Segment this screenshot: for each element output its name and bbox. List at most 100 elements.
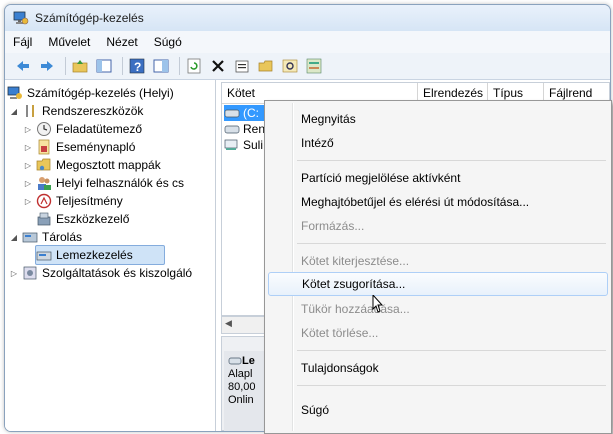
- forward-arrow-icon[interactable]: [37, 56, 57, 76]
- tree-item-event-viewer[interactable]: ▷ Eseménynapló: [23, 138, 135, 156]
- mouse-cursor-icon: [372, 295, 384, 313]
- back-arrow-icon[interactable]: [13, 56, 33, 76]
- tools-icon: [22, 103, 38, 119]
- tree-item-services[interactable]: ▷ Szolgáltatások és kiszolgáló: [9, 264, 192, 282]
- collapsed-triangle-icon[interactable]: ▷: [23, 125, 33, 134]
- disk-size: 80,00: [228, 381, 256, 393]
- tree-item-label: Eszközkezelő: [56, 212, 130, 226]
- toolbar-separator: [122, 57, 123, 75]
- tree-item-system-tools[interactable]: ◢ Rendszereszközök: [9, 102, 143, 120]
- menu-item-extend-volume: Kötet kiterjesztése...: [301, 254, 410, 268]
- menu-item-help[interactable]: Súgó: [268, 398, 608, 422]
- network-drive-icon: [224, 139, 240, 151]
- volume-name: Ren: [243, 122, 266, 136]
- table-row[interactable]: Suli: [224, 137, 263, 153]
- menu-file[interactable]: Fájl: [5, 35, 40, 49]
- menu-item-explore[interactable]: Intéző: [268, 131, 608, 155]
- menu-separator: [297, 160, 606, 161]
- table-row[interactable]: (C:: [224, 105, 264, 121]
- collapsed-triangle-icon[interactable]: ▷: [23, 197, 33, 206]
- tree-item-disk-management[interactable]: Lemezkezelés: [35, 245, 165, 265]
- collapsed-triangle-icon[interactable]: ▷: [23, 161, 33, 170]
- show-tree-icon[interactable]: [94, 56, 114, 76]
- device-manager-icon: [36, 211, 52, 227]
- settings-icon[interactable]: [304, 56, 324, 76]
- tree-item-storage[interactable]: ◢ Tárolás: [9, 228, 82, 246]
- tree-item-label: Rendszereszközök: [42, 104, 144, 118]
- tree-item-label: Szolgáltatások és kiszolgáló: [42, 266, 193, 280]
- tree-item-label: Tárolás: [42, 230, 83, 244]
- tree-item-label: Helyi felhasználók és cs: [56, 176, 185, 190]
- toolbar: ?: [5, 53, 610, 80]
- drive-icon: [224, 107, 240, 119]
- menu-action[interactable]: Művelet: [40, 35, 98, 49]
- menu-separator: [297, 385, 606, 386]
- disk-management-icon: [36, 247, 52, 263]
- menu-separator: [297, 243, 606, 244]
- disk-type: Alapl: [228, 368, 253, 380]
- window-title: Számítógép-kezelés: [35, 11, 144, 25]
- navigation-tree: Számítógép-kezelés (Helyi) ◢ Rendszeresz…: [5, 80, 216, 431]
- menu-item-open[interactable]: Megnyitás: [268, 107, 608, 131]
- menu-item-mark-active[interactable]: Partíció megjelölése aktívként: [268, 166, 608, 190]
- panel-icon[interactable]: [151, 56, 171, 76]
- properties-icon[interactable]: [232, 56, 252, 76]
- tree-item-label: Teljesítmény: [56, 194, 123, 208]
- scroll-left-icon[interactable]: ◀: [225, 318, 232, 329]
- tree-item-label: Lemezkezelés: [56, 248, 133, 262]
- delete-icon[interactable]: [208, 56, 228, 76]
- menu-view[interactable]: Nézet: [98, 35, 145, 49]
- disk-name: Le: [228, 355, 266, 368]
- refresh-icon[interactable]: [184, 56, 204, 76]
- title-bar: Számítógép-kezelés: [5, 5, 610, 31]
- collapsed-triangle-icon[interactable]: ▷: [9, 269, 19, 278]
- context-menu: Megnyitás Intéző Partíció megjelölése ak…: [264, 100, 612, 434]
- toolbar-separator: [179, 57, 180, 75]
- tree-item-local-users[interactable]: ▷ Helyi felhasználók és cs: [23, 174, 184, 192]
- tree-item-label: Eseménynapló: [56, 140, 136, 154]
- search-icon[interactable]: [280, 56, 300, 76]
- tree-item-root[interactable]: Számítógép-kezelés (Helyi): [7, 84, 174, 102]
- tree-item-task-scheduler[interactable]: ▷ Feladatütemező: [23, 120, 142, 138]
- tree-item-shared-folders[interactable]: ▷ Megosztott mappák: [23, 156, 161, 174]
- disk-label: Le: [242, 355, 255, 367]
- computer-management-icon: [13, 10, 29, 26]
- computer-management-icon: [7, 85, 23, 101]
- tree-item-label: Számítógép-kezelés (Helyi): [27, 86, 174, 100]
- drive-icon: [224, 123, 240, 135]
- menu-item-add-mirror: Tükör hozzáadása...: [301, 302, 410, 316]
- tree-item-performance[interactable]: ▷ Teljesítmény: [23, 192, 123, 210]
- disk-status: Onlin: [228, 394, 254, 406]
- expanded-triangle-icon[interactable]: ◢: [9, 107, 19, 116]
- menu-item-delete-volume: Kötet törlése...: [301, 326, 379, 340]
- collapsed-triangle-icon[interactable]: ▷: [23, 179, 33, 188]
- performance-icon: [36, 193, 52, 209]
- volume-name: Suli: [243, 138, 264, 152]
- menu-item-format: Formázás...: [301, 219, 365, 233]
- help-icon[interactable]: ?: [127, 56, 147, 76]
- users-icon: [36, 175, 52, 191]
- services-icon: [22, 265, 38, 281]
- open-icon[interactable]: [256, 56, 276, 76]
- toolbar-separator: [65, 57, 66, 75]
- tree-item-label: Megosztott mappák: [56, 158, 161, 172]
- menu-bar: Fájl Művelet Nézet Súgó: [5, 31, 610, 54]
- table-row[interactable]: Ren: [224, 121, 265, 137]
- storage-icon: [22, 229, 38, 245]
- up-folder-icon[interactable]: [70, 56, 90, 76]
- tree-item-label: Feladatütemező: [56, 122, 143, 136]
- clock-icon: [36, 121, 52, 137]
- menu-item-change-drive-letter[interactable]: Meghajtóbetűjel és elérési út módosítása…: [268, 190, 608, 214]
- tree-item-device-manager[interactable]: Eszközkezelő: [36, 210, 129, 228]
- expanded-triangle-icon[interactable]: ◢: [9, 233, 19, 242]
- menu-separator: [297, 350, 606, 351]
- svg-text:?: ?: [134, 60, 141, 74]
- volume-name: (C:: [243, 106, 259, 120]
- menu-help[interactable]: Súgó: [146, 35, 190, 49]
- menu-item-shrink-volume[interactable]: Kötet zsugorítása...: [268, 272, 608, 296]
- collapsed-triangle-icon[interactable]: ▷: [23, 143, 33, 152]
- shared-folder-icon: [36, 157, 52, 173]
- drive-icon: [228, 357, 242, 365]
- event-log-icon: [36, 139, 52, 155]
- menu-item-properties[interactable]: Tulajdonságok: [268, 356, 608, 380]
